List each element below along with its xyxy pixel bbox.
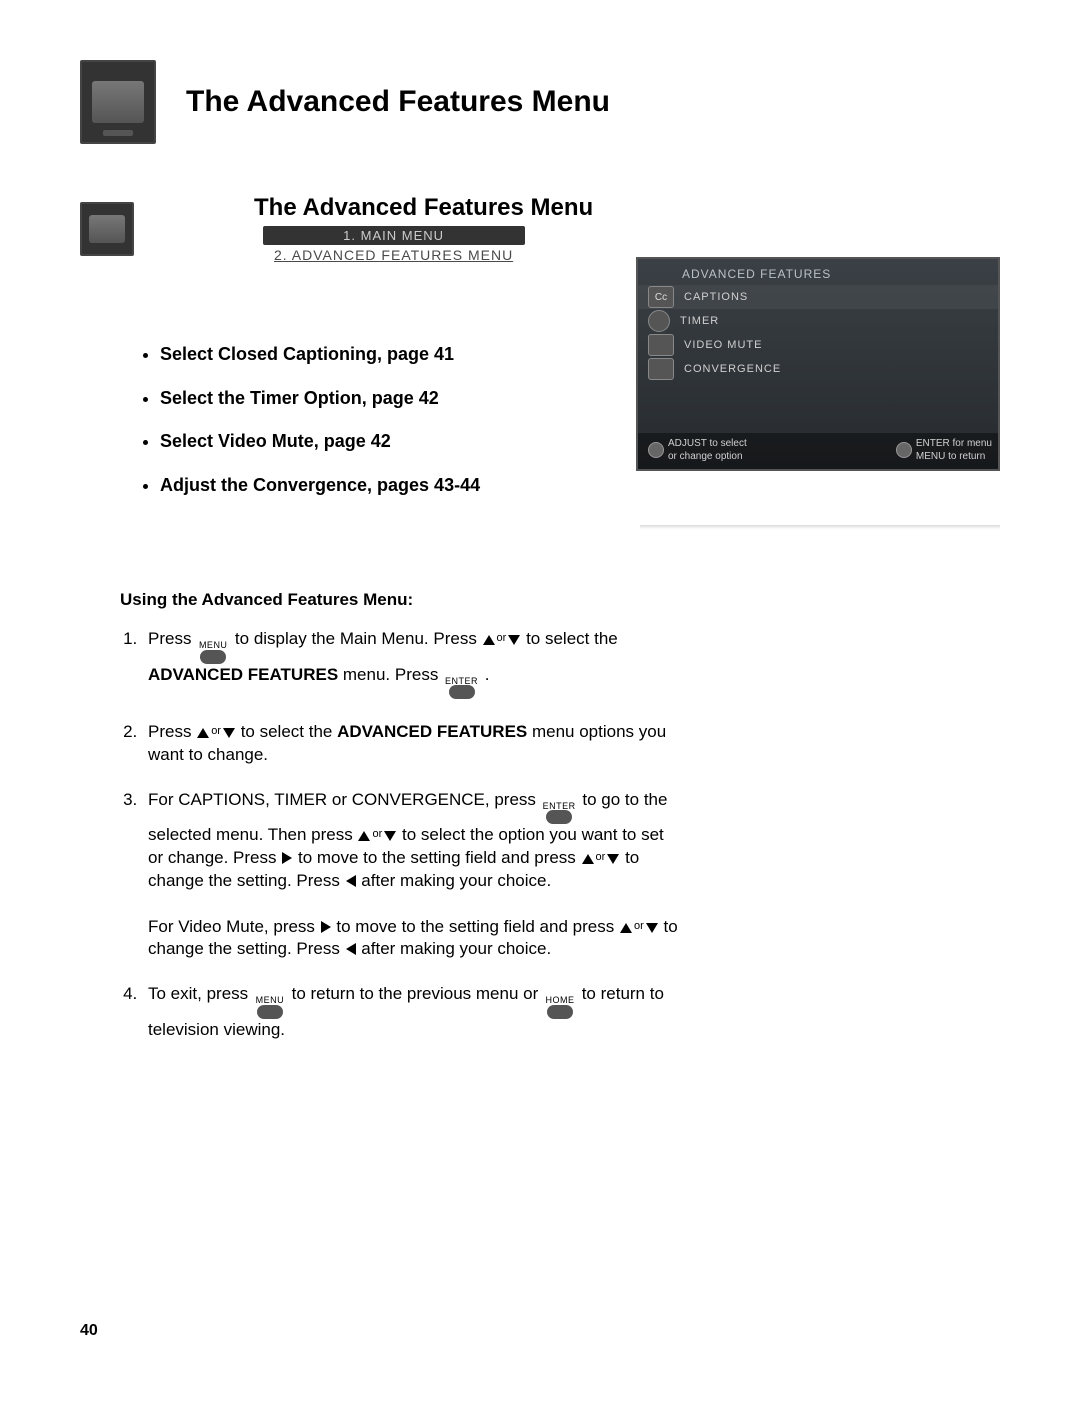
instructions-list: Press MENU to display the Main Menu. Pre…	[120, 628, 680, 1041]
up-arrow-icon	[358, 831, 370, 841]
down-arrow-icon	[223, 728, 235, 738]
enter-button-icon	[546, 810, 572, 824]
menu-button-icon	[200, 650, 226, 664]
cc-icon: Cc	[648, 286, 674, 308]
down-arrow-icon	[607, 854, 619, 864]
bullet-item: Adjust the Convergence, pages 43-44	[160, 466, 618, 506]
down-arrow-icon	[646, 923, 658, 933]
bullet-item: Select the Timer Option, page 42	[160, 379, 618, 419]
left-arrow-icon	[346, 875, 356, 887]
home-button-icon	[547, 1005, 573, 1019]
topic-bullets: Select Closed Captioning, page 41 Select…	[120, 335, 618, 505]
clock-icon	[648, 310, 670, 332]
osd-footer: ADJUST to select or change option ENTER …	[638, 433, 998, 469]
osd-title: ADVANCED FEATURES	[638, 259, 998, 285]
right-arrow-icon	[321, 921, 331, 933]
up-arrow-icon	[582, 854, 594, 864]
section-icon-small	[80, 202, 134, 256]
breadcrumb-level-2: 2. ADVANCED FEATURES MENU	[254, 247, 534, 263]
step-4: To exit, press MENU to return to the pre…	[142, 983, 680, 1041]
breadcrumb-level-1: 1. MAIN MENU	[263, 226, 525, 245]
mute-icon	[648, 334, 674, 356]
enter-icon	[896, 442, 912, 458]
step-3: For CAPTIONS, TIMER or CONVERGENCE, pres…	[142, 789, 680, 962]
osd-row: CONVERGENCE	[638, 357, 998, 381]
down-arrow-icon	[384, 831, 396, 841]
section-subtitle: The Advanced Features Menu	[254, 194, 593, 222]
tv-osd-screenshot: ADVANCED FEATURES Cc CAPTIONS TIMER VIDE…	[636, 257, 1000, 471]
page-number: 40	[80, 1322, 98, 1340]
step-1: Press MENU to display the Main Menu. Pre…	[142, 628, 680, 698]
up-arrow-icon	[620, 923, 632, 933]
up-arrow-icon	[197, 728, 209, 738]
bullet-item: Select Closed Captioning, page 41	[160, 335, 618, 375]
osd-row: VIDEO MUTE	[638, 333, 998, 357]
instructions-heading: Using the Advanced Features Menu:	[120, 589, 680, 612]
left-arrow-icon	[346, 943, 356, 955]
right-arrow-icon	[282, 852, 292, 864]
enter-button-icon	[449, 685, 475, 699]
adjust-icon	[648, 442, 664, 458]
page-title: The Advanced Features Menu	[186, 85, 610, 119]
step-2: Press or to select the ADVANCED FEATURES…	[142, 721, 680, 767]
up-arrow-icon	[483, 635, 495, 645]
down-arrow-icon	[508, 635, 520, 645]
menu-button-icon	[257, 1005, 283, 1019]
breadcrumb: 1. MAIN MENU 2. ADVANCED FEATURES MENU	[254, 226, 534, 263]
osd-row: TIMER	[638, 309, 998, 333]
osd-row: Cc CAPTIONS	[638, 285, 998, 309]
bullet-item: Select Video Mute, page 42	[160, 422, 618, 462]
convergence-icon	[648, 358, 674, 380]
section-icon-large	[80, 60, 156, 144]
